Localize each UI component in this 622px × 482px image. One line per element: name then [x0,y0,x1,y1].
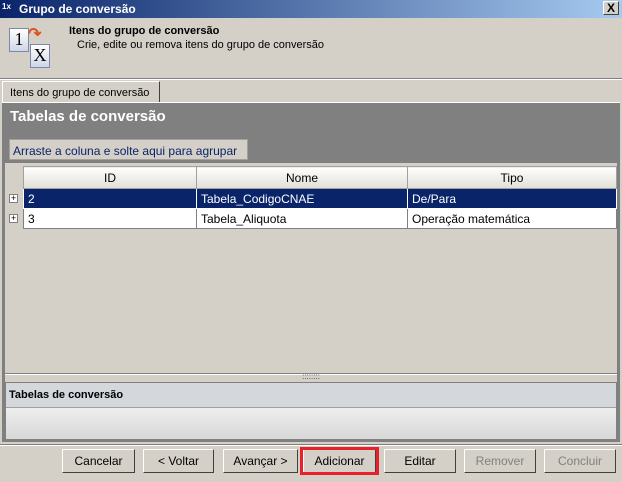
table-row[interactable]: 2 Tabela_CodigoCNAE De/Para [23,188,617,209]
window-title: Grupo de conversão [19,2,136,16]
title-bar: 1x Grupo de conversão X [0,0,622,18]
cell-id: 2 [23,188,197,209]
divider [0,78,622,80]
cell-id: 3 [23,208,197,229]
cell-tipo: Operação matemática [407,208,617,229]
close-button[interactable]: X [603,1,619,15]
conversion-table: ID Nome Tipo 2 Tabela_CodigoCNAE De/Para… [23,166,617,229]
cell-nome: Tabela_CodigoCNAE [196,188,408,209]
app-icon: 1x [2,2,11,11]
splitter-handle[interactable]: :::::::: [5,373,617,382]
column-header-tipo[interactable]: Tipo [407,166,617,189]
cell-tipo: De/Para [407,188,617,209]
divider [0,444,622,446]
column-header-nome[interactable]: Nome [196,166,408,189]
panel-title: Tabelas de conversão [10,108,166,125]
header-title: Itens do grupo de conversão [69,25,220,37]
finish-button[interactable]: Concluir [544,449,616,473]
header-subtitle: Crie, edite ou remova itens do grupo de … [77,39,325,51]
back-button[interactable]: < Voltar [143,449,214,473]
cancel-button[interactable]: Cancelar [62,449,135,473]
lower-panel-title: Tabelas de conversão [6,383,616,408]
lower-panel: Tabelas de conversão [5,382,617,440]
edit-button[interactable]: Editar [384,449,456,473]
remove-button[interactable]: Remover [464,449,536,473]
cell-nome: Tabela_Aliquota [196,208,408,229]
group-by-area[interactable]: Arraste a coluna e solte aqui para agrup… [9,139,248,160]
icon-from: 1 [9,28,29,52]
icon-to: X [30,44,50,68]
highlight-box [300,447,379,475]
arrow-icon: ↷ [28,26,42,43]
header-row: ID Nome Tipo [23,166,617,189]
conversion-icon: 1 ↷ X [9,24,53,72]
expand-icon[interactable]: + [9,214,18,223]
expand-icon[interactable]: + [9,194,18,203]
tab-itens[interactable]: Itens do grupo de conversão [2,81,160,103]
next-button[interactable]: Avançar > [223,449,298,473]
table-row[interactable]: 3 Tabela_Aliquota Operação matemática [23,208,617,229]
column-header-id[interactable]: ID [23,166,197,189]
